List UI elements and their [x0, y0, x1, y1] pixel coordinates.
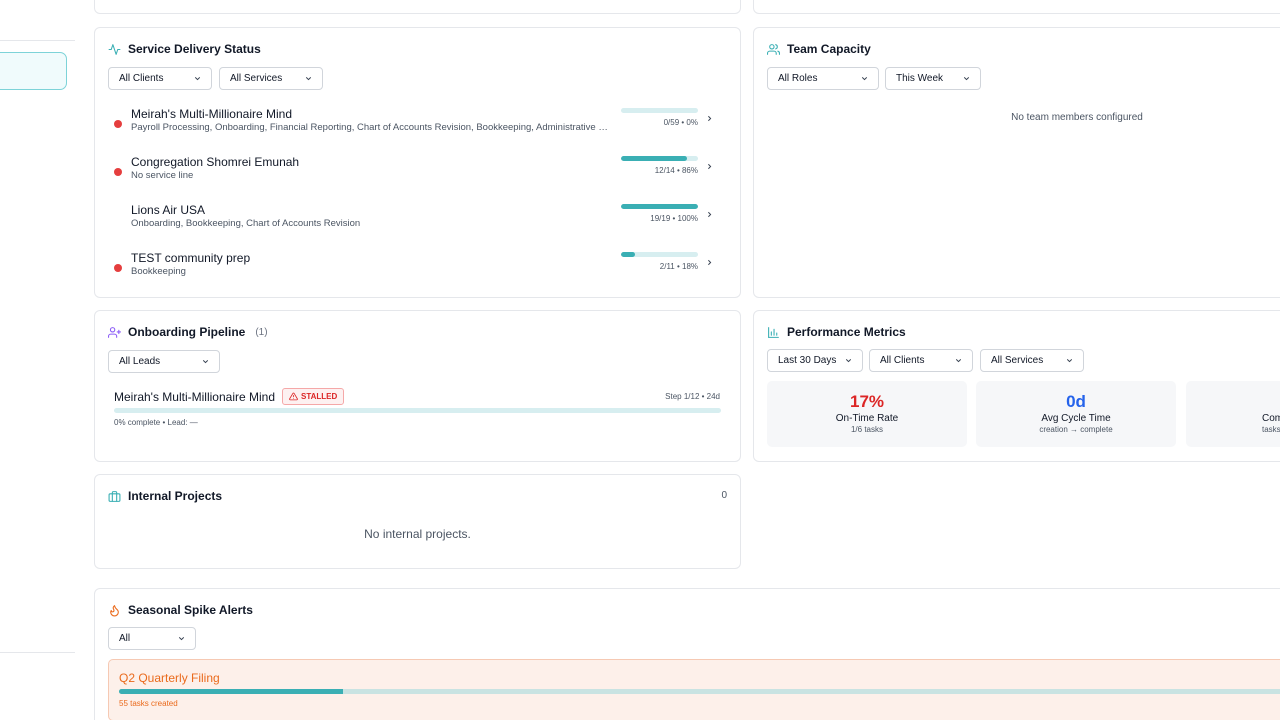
completion-metric: Com tasks: [1186, 381, 1280, 447]
client-name: Congregation Shomrei Emunah: [131, 155, 300, 169]
progress-fill: [621, 156, 688, 161]
alert-dot: [114, 120, 122, 128]
progress-bar: [621, 156, 698, 161]
lead-step: Step 1/12 • 24d: [665, 392, 720, 401]
activity-icon: [108, 43, 121, 55]
metric-sub: tasks: [1262, 425, 1280, 434]
lead-progress-bar: [114, 408, 721, 413]
sidebar-active-item[interactable]: [0, 52, 67, 90]
chevron-down-icon: [1066, 359, 1073, 363]
warning-icon: [289, 392, 298, 401]
alert-filter[interactable]: All: [108, 627, 196, 650]
metric-value: 0d: [1066, 392, 1086, 411]
client-services: No service line: [131, 170, 194, 181]
chevron-right-icon[interactable]: [705, 162, 714, 171]
chevron-down-icon: [861, 77, 868, 81]
stalled-badge: STALLED: [282, 388, 345, 405]
progress-stat: 12/14 • 86%: [654, 166, 698, 175]
client-services: Bookkeeping: [131, 266, 186, 277]
seasonal-alerts-title: Seasonal Spike Alerts: [108, 603, 253, 617]
chevron-down-icon: [202, 360, 209, 364]
briefcase-icon: [108, 490, 121, 502]
onboarding-title: Onboarding Pipeline (1): [108, 325, 268, 339]
week-filter[interactable]: This Week: [885, 67, 981, 90]
alert-title: Q2 Quarterly Filing: [119, 671, 220, 685]
seasonal-alerts-card: Seasonal Spike Alerts All Q2 Quarterly F…: [94, 588, 1280, 720]
progress-bar: [621, 204, 698, 209]
client-row[interactable]: Meirah's Multi-Millionaire Mind Payroll …: [108, 107, 720, 147]
chevron-down-icon: [955, 359, 962, 363]
onboarding-count: (1): [255, 326, 268, 338]
period-filter[interactable]: Last 30 Days: [767, 349, 863, 372]
alert-progress-bar: [119, 689, 1280, 694]
onboarding-card: Onboarding Pipeline (1) All Leads Meirah…: [94, 310, 741, 462]
sidebar-divider: [0, 40, 75, 41]
clients-filter[interactable]: All Clients: [108, 67, 212, 90]
service-delivery-card: Service Delivery Status All Clients All …: [94, 27, 741, 298]
lead-meta: 0% complete • Lead: —: [114, 418, 198, 427]
chevron-down-icon: [963, 77, 970, 81]
client-row[interactable]: Lions Air USA Onboarding, Bookkeeping, C…: [108, 203, 720, 243]
chevron-right-icon[interactable]: [705, 258, 714, 267]
chevron-down-icon: [178, 637, 185, 641]
progress-stat: 0/59 • 0%: [663, 118, 698, 127]
team-capacity-title: Team Capacity: [767, 42, 871, 56]
bar-chart-icon: [768, 326, 779, 338]
empty-projects-message: No internal projects.: [364, 527, 471, 541]
metric-label: On-Time Rate: [835, 413, 899, 424]
top-card-left: [94, 0, 741, 14]
alert-dot: [114, 264, 122, 272]
client-services: Onboarding, Bookkeeping, Chart of Accoun…: [131, 218, 361, 229]
team-capacity-card: Team Capacity All Roles This Week No tea…: [753, 27, 1280, 298]
avg-cycle-time-metric: 0d Avg Cycle Time creation → complete: [976, 381, 1176, 447]
leads-filter[interactable]: All Leads: [108, 350, 220, 373]
alert-progress-fill: [119, 689, 344, 694]
internal-projects-count: 0: [721, 490, 727, 501]
on-time-rate-metric: 17% On-Time Rate 1/6 tasks: [767, 381, 967, 447]
client-name: Meirah's Multi-Millionaire Mind: [131, 107, 292, 121]
lead-name[interactable]: Meirah's Multi-Millionaire Mind: [114, 390, 275, 404]
roles-filter[interactable]: All Roles: [767, 67, 879, 90]
metric-sub: creation → complete: [1039, 425, 1113, 434]
users-icon: [767, 43, 780, 55]
services-filter[interactable]: All Services: [980, 349, 1084, 372]
chevron-down-icon: [305, 77, 312, 81]
chevron-down-icon: [194, 77, 201, 81]
chevron-right-icon[interactable]: [705, 114, 714, 123]
services-filter[interactable]: All Services: [219, 67, 323, 90]
clients-filter[interactable]: All Clients: [869, 349, 973, 372]
progress-bar: [621, 252, 698, 257]
progress-stat: 19/19 • 100%: [650, 214, 698, 223]
chevron-down-icon: [845, 359, 852, 363]
metric-value: 17%: [849, 392, 885, 411]
sidebar-divider: [0, 652, 75, 653]
client-services: Payroll Processing, Onboarding, Financia…: [131, 122, 611, 133]
performance-title: Performance Metrics: [767, 325, 906, 339]
progress-stat: 2/11 • 18%: [659, 262, 698, 271]
top-card-right: [753, 0, 1280, 14]
progress-fill: [621, 204, 698, 209]
metric-label: Avg Cycle Time: [1041, 413, 1111, 424]
chevron-right-icon[interactable]: [705, 210, 714, 219]
client-name: Lions Air USA: [131, 203, 206, 217]
client-name: TEST community prep: [131, 251, 251, 265]
internal-projects-card: Internal Projects 0 No internal projects…: [94, 474, 741, 569]
flame-icon: [110, 604, 119, 616]
client-row[interactable]: TEST community prep Bookkeeping 2/11 • 1…: [108, 251, 720, 291]
client-row[interactable]: Congregation Shomrei Emunah No service l…: [108, 155, 720, 195]
internal-projects-title: Internal Projects: [108, 489, 222, 503]
metric-value: [1186, 392, 1280, 412]
metric-sub: 1/6 tasks: [850, 425, 883, 434]
progress-fill: [621, 252, 635, 257]
seasonal-alert[interactable]: Q2 Quarterly Filing 55 tasks created: [108, 659, 1280, 720]
empty-team-message: No team members configured: [1011, 112, 1143, 123]
performance-card: Performance Metrics Last 30 Days All Cli…: [753, 310, 1280, 462]
alert-dot: [114, 168, 122, 176]
user-plus-icon: [108, 326, 121, 338]
progress-bar: [621, 108, 698, 113]
metric-label: Com: [1262, 413, 1280, 424]
service-delivery-title: Service Delivery Status: [108, 42, 261, 56]
alert-subtitle: 55 tasks created: [119, 699, 178, 708]
